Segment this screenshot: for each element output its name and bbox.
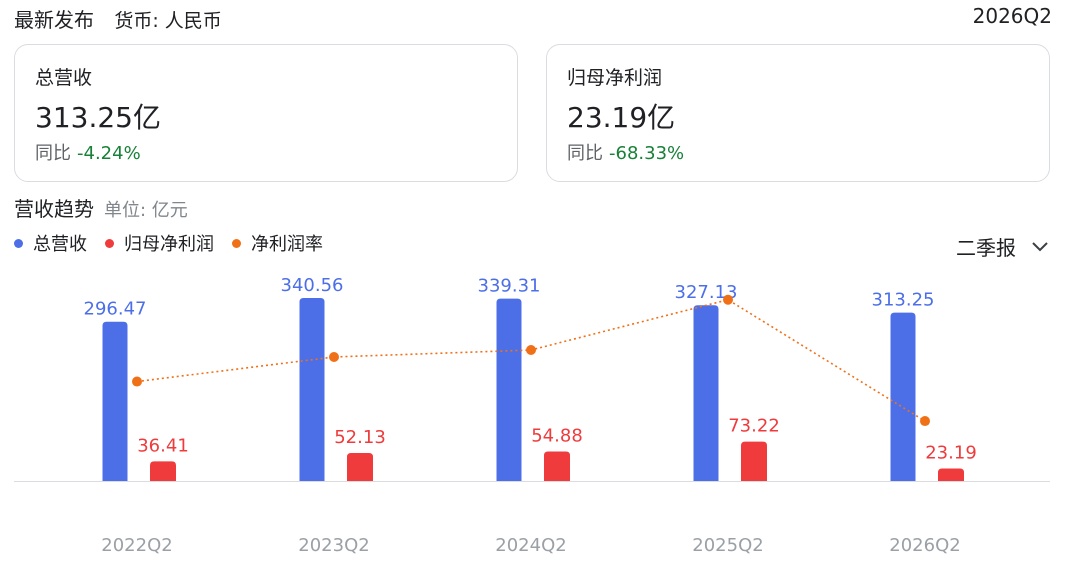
revenue-trend-chart: 296.47 36.41 2022Q2 340.56 52.13 2023Q2 339.31…: [14, 275, 1050, 556]
profit-bar: [938, 468, 964, 481]
profit-bar-label: 23.19: [925, 443, 977, 464]
x-tick-label: 2022Q2: [101, 535, 172, 556]
margin-point: [920, 416, 930, 427]
profit-bar: [544, 451, 570, 481]
revenue-bar: [299, 298, 325, 481]
margin-point: [526, 345, 536, 356]
profit-bar: [347, 452, 373, 481]
profit-bar: [150, 461, 176, 481]
revenue-bar-label: 340.56: [281, 275, 344, 296]
margin-point: [132, 376, 142, 387]
revenue-bar-label: 296.47: [84, 299, 147, 320]
revenue-bar: [890, 312, 916, 481]
margin-line: [136, 298, 926, 422]
revenue-bar: [693, 305, 719, 481]
profit-bar-label: 73.22: [728, 416, 780, 437]
x-tick-label: 2023Q2: [298, 535, 369, 556]
revenue-bar-label: 313.25: [872, 290, 935, 311]
x-tick-label: 2026Q2: [889, 535, 960, 556]
revenue-bar-label: 339.31: [478, 276, 541, 297]
profit-bar-label: 52.13: [334, 427, 386, 448]
margin-point: [329, 351, 339, 362]
x-tick-label: 2024Q2: [495, 535, 566, 556]
revenue-bar: [496, 298, 522, 481]
margin-point: [723, 294, 733, 305]
profit-bar-label: 36.41: [137, 435, 189, 456]
revenue-bar: [102, 321, 128, 481]
profit-bar: [741, 441, 767, 481]
x-tick-label: 2025Q2: [692, 535, 763, 556]
profit-bar-label: 54.88: [531, 426, 583, 447]
